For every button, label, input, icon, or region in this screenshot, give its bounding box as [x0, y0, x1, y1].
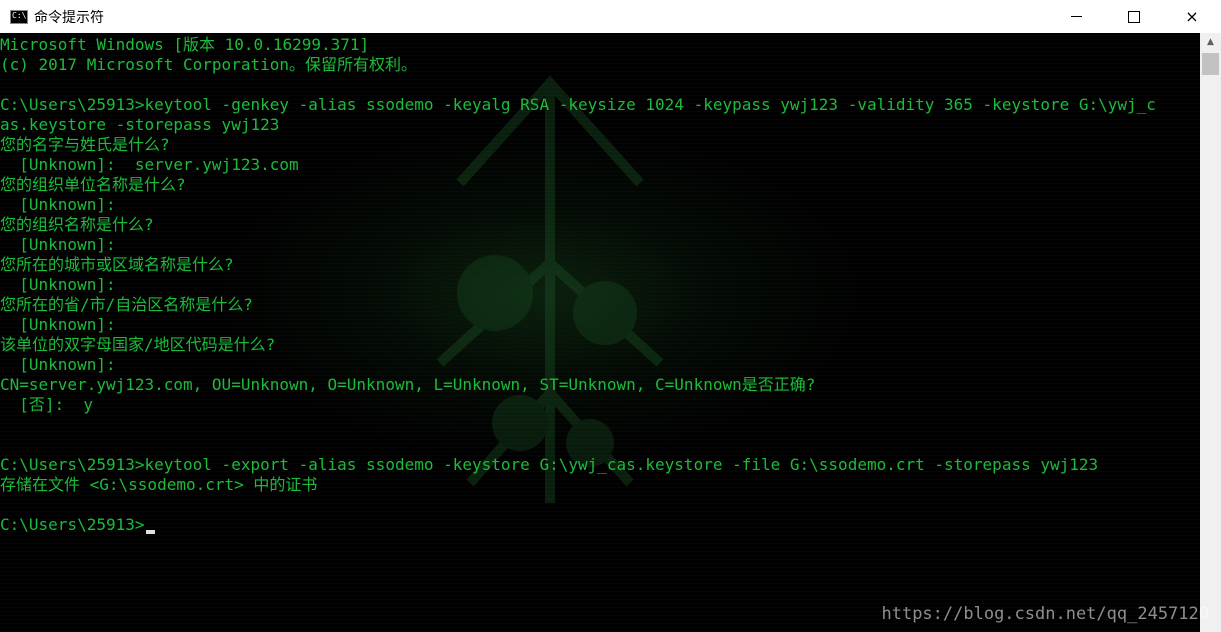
scroll-up-arrow-icon[interactable]: ▲: [1200, 33, 1221, 50]
console-line: C:\Users\25913>: [0, 515, 1156, 535]
title-bar[interactable]: 命令提示符 ×: [0, 0, 1221, 33]
cmd-icon: [10, 9, 28, 24]
console-line: 您的组织单位名称是什么?: [0, 175, 186, 194]
maximize-icon: [1128, 10, 1140, 23]
console-line: 您的组织名称是什么?: [0, 215, 154, 234]
console-line: [Unknown]:: [0, 315, 116, 334]
console-line: as.keystore -storepass ywj123: [0, 115, 280, 134]
console-line: 您所在的省/市/自治区名称是什么?: [0, 295, 253, 314]
console-line: [Unknown]:: [0, 195, 116, 214]
console-line: 您所在的城市或区域名称是什么?: [0, 255, 234, 274]
command-prompt-window: 命令提示符 × Microsoft Windows [版本 10.0.16299…: [0, 0, 1221, 632]
window-controls: ×: [1047, 0, 1221, 33]
vertical-scrollbar[interactable]: ▲: [1200, 33, 1221, 632]
console-line: [Unknown]:: [0, 355, 116, 374]
console-line: 您的名字与姓氏是什么?: [0, 135, 170, 154]
minimize-icon: [1070, 16, 1082, 17]
console-line: [Unknown]:: [0, 275, 116, 294]
console-lines: Microsoft Windows [版本 10.0.16299.371] (c)…: [0, 35, 1156, 535]
console-line: Microsoft Windows [版本 10.0.16299.371]: [0, 35, 370, 54]
console-line: C:\Users\25913>keytool -export -alias ss…: [0, 455, 1099, 474]
minimize-button[interactable]: [1047, 0, 1105, 33]
console-line: (c) 2017 Microsoft Corporation。保留所有权利。: [0, 55, 417, 74]
maximize-button[interactable]: [1105, 0, 1163, 33]
console-line: CN=server.ywj123.com, OU=Unknown, O=Unkn…: [0, 375, 816, 394]
watermark: https://blog.csdn.net/qq_2457120: [881, 604, 1209, 624]
text-cursor: [145, 530, 155, 534]
console-output[interactable]: Microsoft Windows [版本 10.0.16299.371] (c)…: [0, 33, 1200, 632]
console-line: [否]: y: [0, 395, 94, 414]
console-line: 该单位的双字母国家/地区代码是什么?: [0, 335, 276, 354]
window-title: 命令提示符: [34, 9, 104, 26]
console-line: C:\Users\25913>keytool -genkey -alias ss…: [0, 95, 1156, 114]
scroll-thumb[interactable]: [1202, 53, 1219, 75]
console-line: 存储在文件 <G:\ssodemo.crt> 中的证书: [0, 475, 318, 494]
console-line: [Unknown]: server.ywj123.com: [0, 155, 299, 174]
close-button[interactable]: ×: [1163, 0, 1221, 33]
close-icon: ×: [1185, 7, 1199, 26]
console-line: [Unknown]:: [0, 235, 116, 254]
